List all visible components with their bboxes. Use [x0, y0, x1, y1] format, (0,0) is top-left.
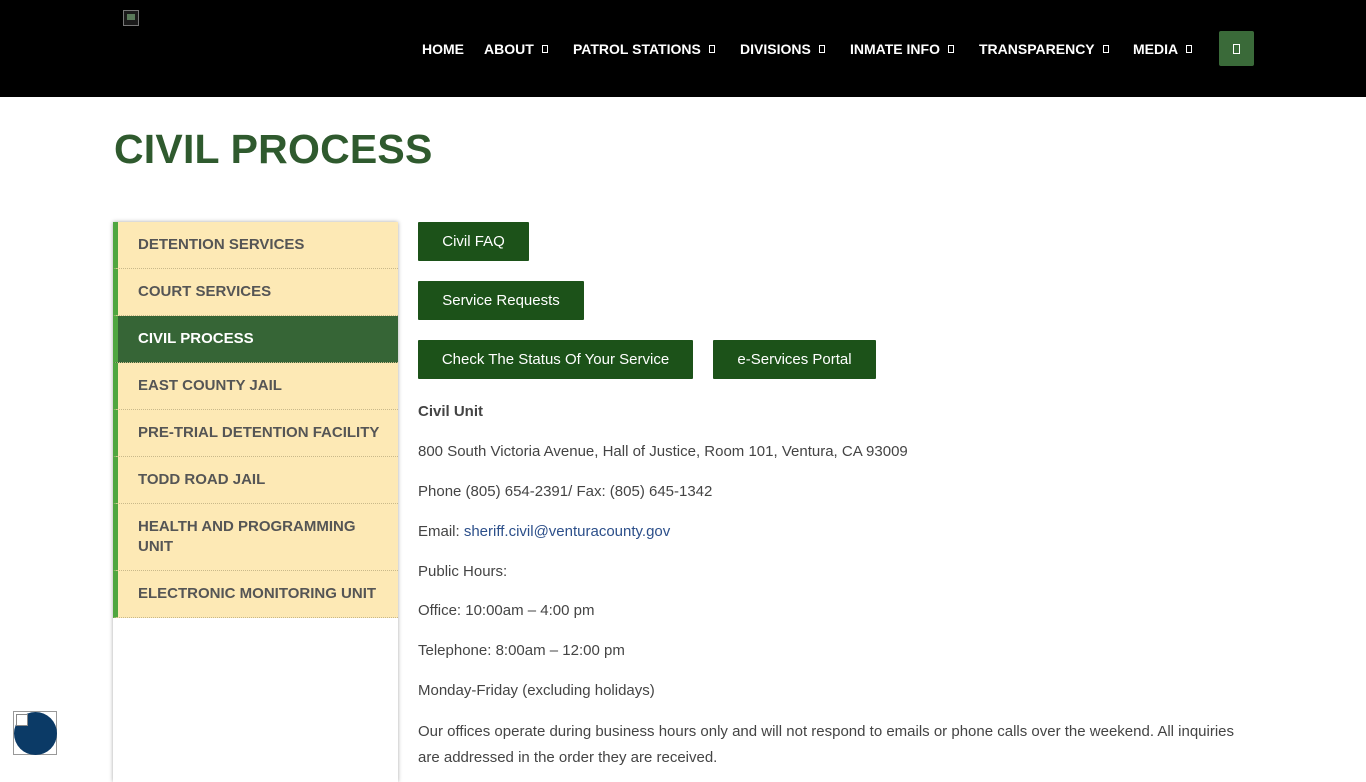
- page-title: CIVIL PROCESS: [114, 126, 433, 172]
- sidebar-item-civil-process[interactable]: CIVIL PROCESS: [113, 316, 398, 363]
- nav-label: MEDIA: [1133, 41, 1179, 57]
- public-hours-label: Public Hours:: [418, 563, 508, 580]
- civil-faq-button[interactable]: Civil FAQ: [418, 222, 529, 261]
- nav-label: PATROL STATIONS: [573, 41, 701, 57]
- sidebar-list: DETENTION SERVICES COURT SERVICES CIVIL …: [113, 222, 398, 618]
- search-icon: [1233, 43, 1240, 54]
- check-status-button[interactable]: Check The Status Of Your Service: [418, 340, 693, 379]
- sidebar-item-pre-trial-detention[interactable]: PRE-TRIAL DETENTION FACILITY: [113, 410, 398, 457]
- address-text: 800 South Victoria Avenue, Hall of Justi…: [418, 443, 908, 460]
- search-button[interactable]: [1219, 31, 1254, 66]
- chevron-down-icon: [1102, 45, 1109, 53]
- site-header: HOME ABOUT PATROL STATIONS DIVISIONS INM…: [0, 0, 1366, 97]
- chevron-down-icon: [947, 45, 954, 53]
- nav-transparency[interactable]: TRANSPARENCY: [979, 40, 1109, 58]
- office-notice-text: Our offices operate during business hour…: [418, 723, 1235, 766]
- nav-patrol-stations[interactable]: PATROL STATIONS: [573, 40, 715, 58]
- nav-inmate-info[interactable]: INMATE INFO: [850, 40, 954, 58]
- nav-label: TRANSPARENCY: [979, 41, 1095, 57]
- sidebar-nav: DETENTION SERVICES COURT SERVICES CIVIL …: [113, 222, 398, 782]
- sidebar-item-todd-road-jail[interactable]: TODD ROAD JAIL: [113, 457, 398, 504]
- email-label: Email:: [418, 523, 464, 540]
- nav-about[interactable]: ABOUT: [484, 40, 548, 58]
- sidebar-item-court-services[interactable]: COURT SERVICES: [113, 269, 398, 316]
- site-logo[interactable]: [123, 10, 139, 26]
- eservices-portal-button[interactable]: e-Services Portal: [713, 340, 876, 379]
- email-line: Email: sheriff.civil@venturacounty.gov: [418, 523, 670, 540]
- chevron-down-icon: [818, 45, 825, 53]
- nav-label: HOME: [422, 41, 464, 57]
- chevron-down-icon: [541, 45, 548, 53]
- nav-label: ABOUT: [484, 41, 534, 57]
- service-requests-button[interactable]: Service Requests: [418, 281, 584, 320]
- nav-label: INMATE INFO: [850, 41, 940, 57]
- days-text: Monday-Friday (excluding holidays): [418, 682, 655, 699]
- nav-label: DIVISIONS: [740, 41, 811, 57]
- office-hours-text: Office: 10:00am – 4:00 pm: [418, 602, 595, 619]
- sidebar-item-east-county-jail[interactable]: EAST COUNTY JAIL: [113, 363, 398, 410]
- nav-divisions[interactable]: DIVISIONS: [740, 40, 825, 58]
- accessibility-widget-button[interactable]: [13, 711, 57, 755]
- sidebar-item-detention-services[interactable]: DETENTION SERVICES: [113, 222, 398, 269]
- civil-unit-heading: Civil Unit: [418, 403, 484, 420]
- broken-image-icon: [16, 714, 28, 726]
- telephone-hours-text: Telephone: 8:00am – 12:00 pm: [418, 642, 625, 659]
- sidebar-item-health-programming[interactable]: HEALTH AND PROGRAMMING UNIT: [113, 504, 398, 571]
- chevron-down-icon: [1186, 45, 1193, 53]
- nav-home[interactable]: HOME: [422, 40, 464, 58]
- phone-text: Phone (805) 654-2391/ Fax: (805) 645-134…: [418, 483, 713, 500]
- email-link[interactable]: sheriff.civil@venturacounty.gov: [464, 523, 670, 540]
- sidebar-item-electronic-monitoring[interactable]: ELECTRONIC MONITORING UNIT: [113, 571, 398, 618]
- chevron-down-icon: [708, 45, 715, 53]
- nav-media[interactable]: MEDIA: [1133, 40, 1193, 58]
